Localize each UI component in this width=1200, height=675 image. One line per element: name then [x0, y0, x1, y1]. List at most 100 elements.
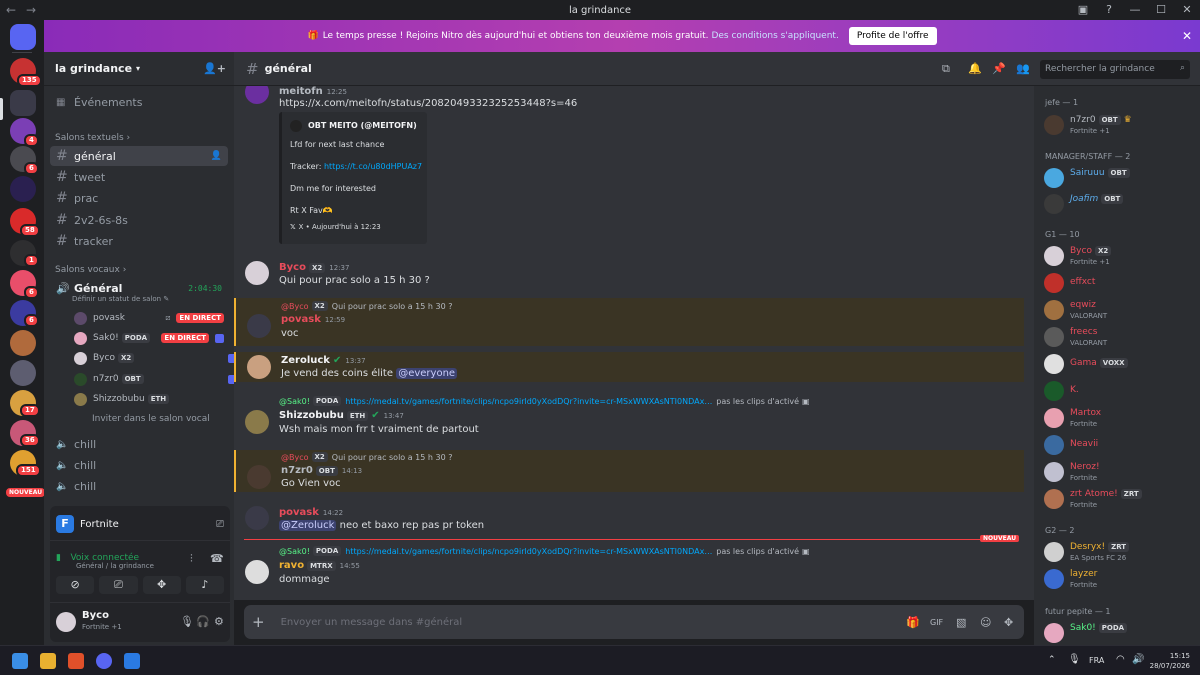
tracker-link[interactable]: https://t.co/u80dHPUAz7 [324, 162, 422, 171]
inbox-icon[interactable]: ▣ [1070, 0, 1096, 20]
microphone-icon[interactable]: 🎙 [180, 615, 194, 628]
message-highlighted[interactable]: @Byco X2 Qui pour prac solo a 15 h 30 ? n7… [234, 450, 1024, 492]
channel-tweet[interactable]: # tweet [50, 167, 228, 187]
voice-user[interactable]: Sak0! PODA EN DIRECT [74, 329, 224, 347]
message-author[interactable]: Shizzobubu ETH ✔ 13:47 [279, 410, 404, 421]
member-item[interactable]: freecs VALORANT [1044, 324, 1194, 350]
channel-tracker[interactable]: # tracker [50, 231, 228, 251]
message-author[interactable]: Byco X2 12:37 [279, 262, 349, 273]
clock-date[interactable]: 28/07/2026 [1140, 662, 1190, 670]
discord-home-icon[interactable] [10, 24, 36, 50]
threads-icon[interactable]: ⧉ [942, 62, 950, 76]
language-indicator[interactable]: FRA [1089, 656, 1104, 665]
message-input[interactable]: + Envoyer un message dans #général 🎁 GIF… [244, 605, 1024, 639]
member-item[interactable]: Sairuuu OBT [1044, 165, 1194, 191]
channel-general[interactable]: # général 👤 [50, 146, 228, 166]
server-icon[interactable] [10, 330, 36, 356]
fortnite-taskbar-icon[interactable] [124, 653, 140, 669]
message-link[interactable]: https://x.com/meitofn/status/20820493323… [279, 98, 577, 109]
voice-channel-chill[interactable]: 🔈 chill [50, 455, 228, 475]
server-icon[interactable] [10, 90, 36, 116]
embed-author[interactable]: OBT MEITO (@MEITOFN) [308, 121, 417, 130]
add-attachment-icon[interactable]: + [252, 613, 265, 631]
member-item[interactable]: Gama VOXX [1044, 351, 1194, 377]
gift-icon[interactable]: 🎁 [906, 616, 920, 629]
noise-suppression-icon[interactable]: ⫶ [190, 552, 193, 566]
message[interactable]: Byco X2 12:37 Qui pour prac solo a 15 h 30… [234, 258, 1024, 294]
nitro-offer-button[interactable]: Profite de l'offre [848, 27, 937, 45]
wifi-icon[interactable]: ◠ [1116, 654, 1125, 665]
user-info[interactable]: Byco Fortnite +1 🎙 🎧 ⚙ [56, 610, 226, 634]
brave-browser-icon[interactable] [68, 653, 84, 669]
voice-user[interactable]: Byco X2 [74, 349, 237, 367]
banner-terms-link[interactable]: Des conditions s'appliquent. [711, 31, 838, 41]
member-item[interactable]: eqwiz VALORANT [1044, 297, 1194, 323]
member-item[interactable]: Neroz! Fortnite [1044, 459, 1194, 485]
add-member-icon[interactable]: 👤 [211, 151, 222, 161]
reply-preview[interactable]: @Byco X2 Qui pour prac solo a 15 h 30 ? [281, 301, 453, 311]
member-item[interactable]: Desryx! ZRT EA Sports FC 26 [1044, 539, 1194, 565]
message[interactable]: @Sak0! PODA https://medal.tv/games/fortnit… [234, 546, 1024, 594]
pin-icon[interactable]: 📌 [992, 62, 1006, 75]
apps-icon[interactable]: ✥ [1004, 616, 1013, 629]
message-highlighted[interactable]: @Byco X2 Qui pour prac solo a 15 h 30 ? po… [234, 298, 1024, 346]
close-banner-icon[interactable]: ✕ [1182, 29, 1192, 43]
message[interactable]: povask 14:22 @Zeroluck neo et baxo rep pa… [234, 504, 1024, 534]
activities-icon[interactable]: ✥ [142, 576, 181, 594]
gif-icon[interactable]: GIF [930, 618, 943, 627]
message-author[interactable]: Zeroluck ✔ 13:37 [281, 355, 366, 366]
close-window-icon[interactable]: ✕ [1174, 0, 1200, 20]
message-author[interactable]: povask 14:22 [279, 507, 343, 518]
clock-time[interactable]: 15:15 [1150, 652, 1190, 660]
server-header[interactable]: la grindance ▾ 👤+ [44, 52, 234, 86]
minimize-icon[interactable]: — [1122, 0, 1148, 20]
voice-channel-chill[interactable]: 🔈 chill [50, 476, 228, 496]
message-author[interactable]: n7zr0 OBT 14:13 [281, 465, 362, 476]
message[interactable]: meitofn 12:25 https://x.com/meitofn/statu… [234, 86, 1024, 246]
file-explorer-icon[interactable] [40, 653, 56, 669]
screen-share-icon[interactable]: ⎚ [99, 576, 138, 594]
search-input[interactable]: Rechercher la grindance ⌕ [1040, 60, 1190, 79]
voice-channels-category[interactable]: Salons vocaux › [55, 265, 126, 275]
headphones-icon[interactable]: 🎧 [196, 615, 210, 628]
member-item[interactable]: layzer Fortnite [1044, 566, 1194, 592]
activity-row[interactable]: F Fortnite ⎚ [56, 514, 224, 534]
message-author[interactable]: povask 12:59 [281, 314, 345, 325]
camera-off-icon[interactable]: ⊘ [56, 576, 95, 594]
member-item[interactable]: Joafim OBT [1044, 191, 1194, 217]
help-icon[interactable]: ? [1096, 0, 1122, 20]
stream-screen-icon[interactable]: ⎚ [216, 519, 224, 530]
message-author[interactable]: meitofn 12:25 [279, 86, 347, 97]
reply-preview[interactable]: @Sak0! PODA https://medal.tv/games/fortnit… [279, 396, 810, 406]
member-item[interactable]: n7zr0 OBT ♛ Fortnite +1 [1044, 112, 1194, 138]
events-item[interactable]: ▦ Événements [50, 92, 228, 112]
emoji-icon[interactable]: ☺ [980, 616, 991, 629]
member-item[interactable]: Neavii [1044, 432, 1194, 458]
server-icon[interactable] [10, 176, 36, 202]
member-list-icon[interactable]: 👥 [1016, 62, 1030, 75]
soundboard-icon[interactable]: ♪ [185, 576, 224, 594]
member-item[interactable]: effxct [1044, 270, 1194, 296]
reply-preview[interactable]: @Byco X2 Qui pour prac solo a 15 h 30 ? [281, 452, 453, 462]
voice-user[interactable]: Shizzobubu ETH [74, 390, 224, 408]
microphone-tray-icon[interactable]: 🎙 [1068, 654, 1081, 665]
message-highlighted[interactable]: Zeroluck ✔ 13:37 Je vend des coins élite @… [234, 352, 1024, 382]
reply-preview[interactable]: @Sak0! PODA https://medal.tv/games/fortnit… [279, 546, 810, 556]
bell-icon[interactable]: 🔔 [968, 62, 982, 75]
mention-user[interactable]: @Zeroluck [279, 520, 337, 531]
text-channels-category[interactable]: Salons textuels › [55, 133, 130, 143]
chevron-up-icon[interactable]: ⌃ [1048, 655, 1056, 665]
mention-everyone[interactable]: @everyone [396, 368, 458, 379]
voice-user[interactable]: povask ⧄ EN DIRECT [74, 309, 224, 327]
discord-taskbar-icon[interactable] [96, 653, 112, 669]
member-item[interactable]: Martox Fortnite [1044, 405, 1194, 431]
member-item[interactable]: Byco X2 Fortnite +1 [1044, 243, 1194, 269]
voice-user[interactable]: n7zr0 OBT [74, 370, 237, 388]
disconnect-icon[interactable]: ☎ [210, 552, 224, 565]
channel-2v2[interactable]: #2v2-6s-8s [50, 210, 228, 230]
message[interactable]: @Sak0! PODA https://medal.tv/games/fortnit… [234, 394, 1024, 442]
member-item[interactable]: K. [1044, 378, 1194, 404]
windows-start-icon[interactable] [12, 653, 28, 669]
server-icon[interactable] [10, 360, 36, 386]
invite-people-icon[interactable]: 👤+ [203, 62, 226, 75]
